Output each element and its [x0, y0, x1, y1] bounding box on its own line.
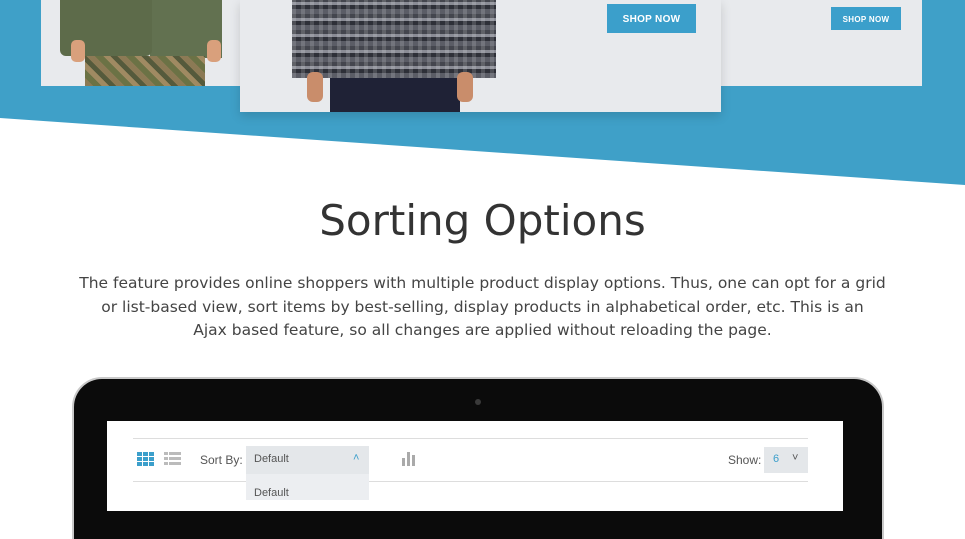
- description-line: The feature provides online shoppers wit…: [79, 274, 886, 292]
- model-hand: [71, 40, 85, 62]
- sort-option-label: Default: [254, 487, 289, 499]
- description-line: Ajax based feature, so all changes are a…: [193, 321, 772, 339]
- chevron-up-icon: ˄: [353, 452, 360, 464]
- shop-now-button-side[interactable]: SHOP NOW: [831, 7, 901, 30]
- model-pants: [330, 78, 460, 112]
- sort-by-value: Default: [254, 453, 289, 465]
- grid-view-icon[interactable]: [137, 452, 155, 466]
- show-label: Show:: [728, 453, 762, 467]
- section-title: Sorting Options: [319, 196, 646, 245]
- chevron-down-icon: ˅: [792, 452, 799, 464]
- show-count-select[interactable]: 6 ˅: [764, 447, 808, 473]
- model-camo-pants: [85, 56, 205, 86]
- model-hand: [207, 40, 221, 62]
- description-line: or list-based view, sort items by best-s…: [101, 297, 864, 316]
- model-camo-jacket: [292, 0, 496, 78]
- toolbar-divider: [133, 481, 808, 482]
- tablet-camera: [475, 399, 481, 405]
- section-description: The feature provides online shoppers wit…: [78, 272, 887, 343]
- sort-by-label: Sort By:: [200, 453, 243, 467]
- shop-now-button-main[interactable]: SHOP NOW: [607, 4, 696, 33]
- model-hand: [307, 72, 323, 102]
- show-count-value: 6: [773, 453, 780, 465]
- list-view-icon[interactable]: [164, 452, 181, 466]
- toolbar-divider: [133, 438, 808, 439]
- bar-chart-icon[interactable]: [402, 452, 419, 466]
- model-hand: [457, 72, 473, 102]
- sort-option-default[interactable]: Default: [246, 474, 369, 500]
- sort-by-select[interactable]: Default ˄: [246, 446, 369, 474]
